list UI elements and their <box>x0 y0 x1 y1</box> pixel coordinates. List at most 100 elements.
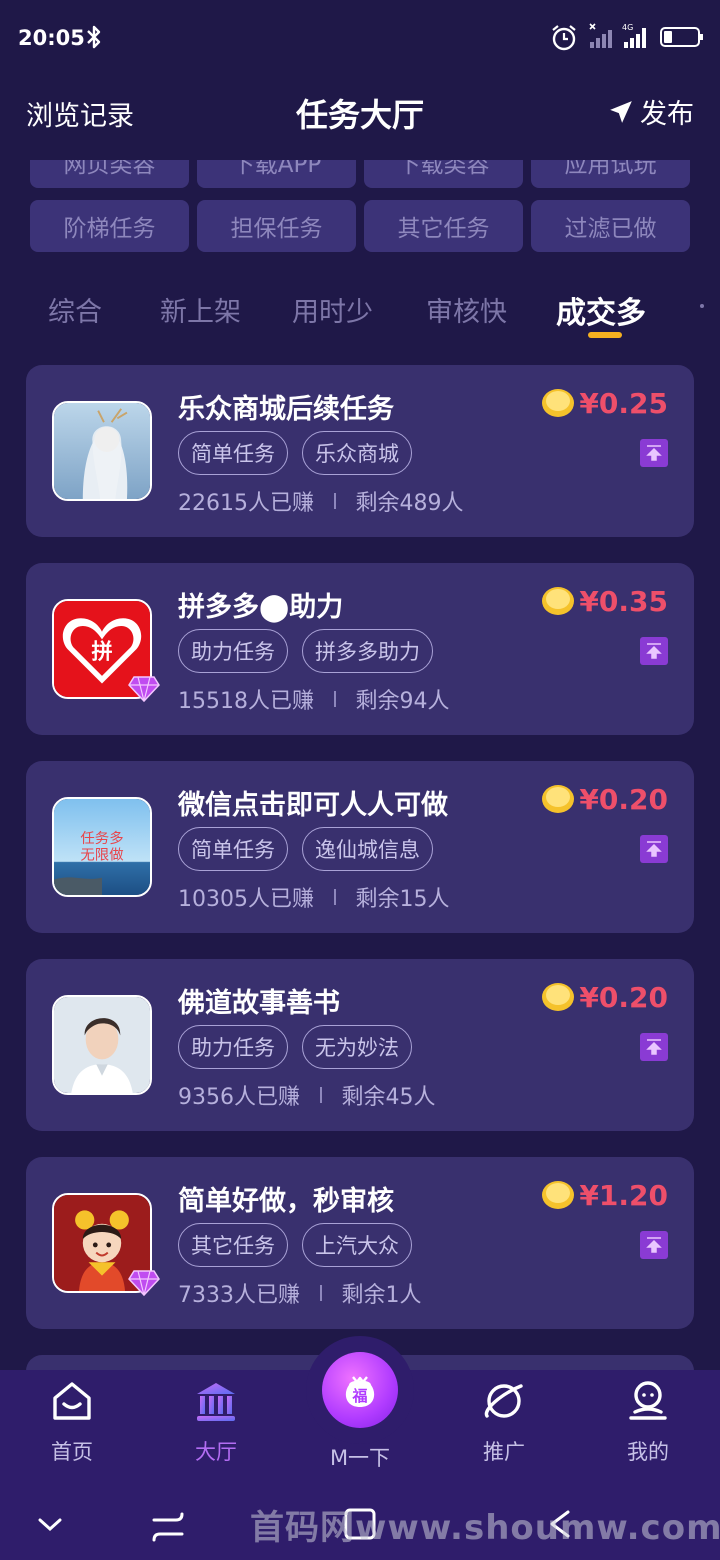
nav-label: 推广 <box>483 1440 525 1464</box>
tab-newest[interactable]: 新上架 <box>160 290 241 329</box>
category-chip[interactable]: 阶梯任务 <box>30 200 189 252</box>
task-tag: 助力任务 <box>178 1025 288 1069</box>
task-tag: 乐众商城 <box>302 431 412 475</box>
pinduoduo-logo-text: 拼 <box>91 639 112 664</box>
active-tab-indicator <box>588 332 622 338</box>
stat-divider <box>334 493 336 509</box>
remaining-count: 剩余45人 <box>341 1085 436 1110</box>
task-stats: 9356人已赚 剩余45人 <box>178 1079 436 1111</box>
task-tag: 拼多多助力 <box>302 629 433 673</box>
task-avatar <box>52 401 152 501</box>
alarm-icon <box>552 25 576 51</box>
task-tag: 上汽大众 <box>302 1223 412 1267</box>
task-tag: 其它任务 <box>178 1223 288 1267</box>
pin-top-button[interactable] <box>640 637 668 665</box>
earned-count: 15518人已赚 <box>178 689 314 714</box>
diamond-vip-icon <box>128 1270 160 1297</box>
category-chip[interactable]: 下载APP <box>197 160 356 188</box>
pin-top-button[interactable] <box>640 835 668 863</box>
nav-label: 大厅 <box>195 1440 237 1464</box>
task-tags: 简单任务 逸仙城信息 <box>178 827 433 871</box>
status-bar: 20:05 4G <box>0 0 720 76</box>
stat-divider <box>334 691 336 707</box>
task-avatar: 任务多无限做 <box>52 797 152 897</box>
tab-comprehensive[interactable]: 综合 <box>48 290 102 329</box>
menu-gesture-icon[interactable] <box>146 1502 190 1546</box>
task-card[interactable]: 乐众商城后续任务 简单任务 乐众商城 22615人已赚 剩余489人 ¥0.25 <box>26 365 694 537</box>
nav-promote[interactable]: 推广 <box>432 1370 576 1486</box>
arrow-up-to-top-icon <box>646 1237 662 1253</box>
remaining-count: 剩余15人 <box>355 887 450 912</box>
task-stats: 15518人已赚 剩余94人 <box>178 683 450 715</box>
avatar-promo-text: 任务多无限做 <box>80 830 123 863</box>
category-chip[interactable]: 下载类容 <box>364 160 523 188</box>
remaining-count: 剩余94人 <box>355 689 450 714</box>
nav-home[interactable]: 首页 <box>0 1370 144 1486</box>
task-card[interactable]: 佛道故事善书 助力任务 无为妙法 9356人已赚 剩余45人 ¥0.20 <box>26 959 694 1131</box>
earned-count: 7333人已赚 <box>178 1283 300 1308</box>
tab-overflow-indicator <box>700 304 704 308</box>
planet-icon <box>484 1384 523 1418</box>
coin-icon <box>542 1181 574 1209</box>
category-chip[interactable]: 过滤已做 <box>531 200 690 252</box>
arrow-up-to-top-icon <box>646 841 662 857</box>
stat-divider <box>320 1087 322 1103</box>
fantasy-character-avatar <box>54 403 150 499</box>
task-card[interactable]: 简单好做，秒审核 其它任务 上汽大众 7333人已赚 剩余1人 ¥1.20 <box>26 1157 694 1329</box>
nav-label: 我的 <box>627 1440 669 1464</box>
task-title: 微信点击即可人人可做 <box>178 790 448 821</box>
earned-count: 9356人已赚 <box>178 1085 300 1110</box>
tab-most-deals[interactable]: 成交多 <box>556 288 646 332</box>
category-chip-grid: 网页类容 下载APP 下载类容 应用试玩 阶梯任务 担保任务 其它任务 过滤已做 <box>0 160 720 260</box>
system-nav-bar: 首码网www.shoumw.com <box>0 1486 720 1560</box>
header-bar: 浏览记录 任务大厅 发布 <box>0 76 720 152</box>
category-chip[interactable]: 网页类容 <box>30 160 189 188</box>
task-stats: 10305人已赚 剩余15人 <box>178 881 450 913</box>
task-tag: 逸仙城信息 <box>302 827 433 871</box>
browse-history-link[interactable]: 浏览记录 <box>26 94 134 133</box>
bluetooth-icon <box>87 25 101 49</box>
sea-landscape-avatar: 任务多无限做 <box>54 799 150 895</box>
collapse-chevron-icon[interactable] <box>28 1502 72 1546</box>
task-card[interactable]: 拼 拼多多⬤助力 助力任务 拼多多助力 15518人已赚 剩余94人 ¥0.35 <box>26 563 694 735</box>
signal-icon: 4G <box>589 23 646 48</box>
man-portrait-avatar <box>54 997 150 1093</box>
task-price: ¥0.35 <box>579 585 668 618</box>
nav-hall[interactable]: 大厅 <box>144 1370 288 1486</box>
category-chip[interactable]: 担保任务 <box>197 200 356 252</box>
arrow-up-to-top-icon <box>646 445 662 461</box>
nav-label: 首页 <box>51 1440 93 1464</box>
diamond-vip-icon <box>128 676 160 703</box>
task-avatar <box>52 995 152 1095</box>
remaining-count: 剩余1人 <box>341 1283 422 1308</box>
earned-count: 22615人已赚 <box>178 491 314 516</box>
pin-top-button[interactable] <box>640 1033 668 1061</box>
nav-profile[interactable]: 我的 <box>576 1370 720 1486</box>
category-chip[interactable]: 其它任务 <box>364 200 523 252</box>
pin-top-button[interactable] <box>640 439 668 467</box>
task-card[interactable]: 任务多无限做 微信点击即可人人可做 简单任务 逸仙城信息 10305人已赚 剩余… <box>26 761 694 933</box>
network-type-label: 4G <box>622 23 633 32</box>
arrow-up-to-top-icon <box>646 1039 662 1055</box>
nav-m-center-button[interactable]: 福 <box>322 1352 398 1428</box>
home-icon <box>53 1382 91 1420</box>
coin-icon <box>542 587 574 615</box>
sort-tabs: 综合 新上架 用时少 审核快 成交多 <box>0 280 720 340</box>
tab-least-time[interactable]: 用时少 <box>292 290 373 329</box>
task-tags: 助力任务 无为妙法 <box>178 1025 412 1069</box>
task-tag: 无为妙法 <box>302 1025 412 1069</box>
pin-top-button[interactable] <box>640 1231 668 1259</box>
task-tag: 简单任务 <box>178 827 288 871</box>
coin-icon <box>542 983 574 1011</box>
publish-button[interactable]: 发布 <box>608 92 694 131</box>
fu-bag-icon: 福 <box>345 1376 375 1407</box>
task-price: ¥0.25 <box>579 387 668 420</box>
coin-icon <box>542 389 574 417</box>
tab-fast-review[interactable]: 审核快 <box>426 290 507 329</box>
status-time: 20:05 <box>18 26 85 50</box>
task-price: ¥0.20 <box>579 981 668 1014</box>
fu-glyph: 福 <box>351 1387 367 1405</box>
publish-label: 发布 <box>640 99 694 130</box>
category-chip[interactable]: 应用试玩 <box>531 160 690 188</box>
hall-icon <box>197 1383 235 1421</box>
